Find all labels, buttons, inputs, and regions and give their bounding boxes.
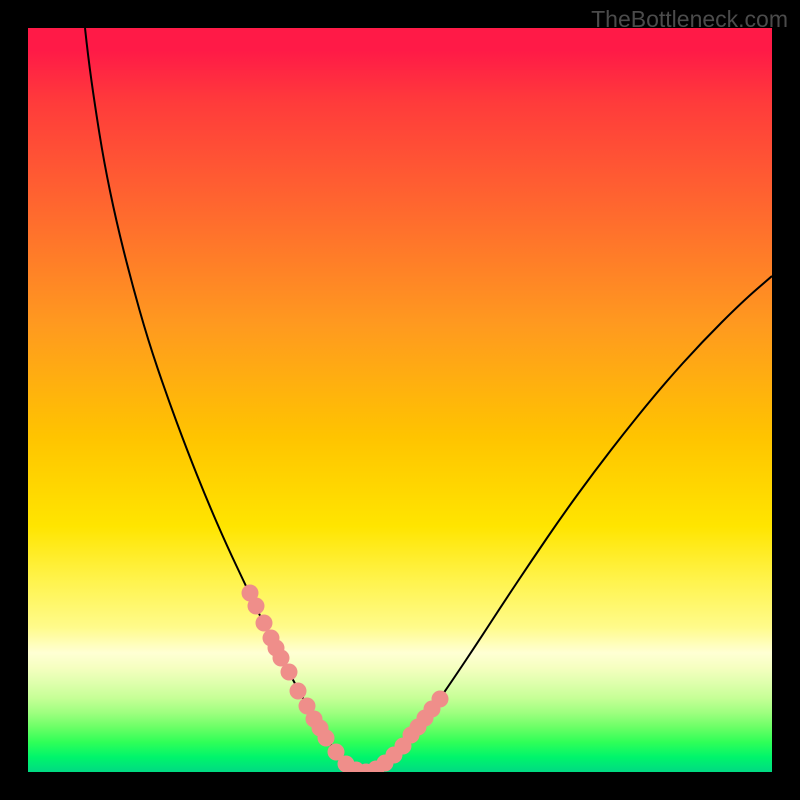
chart-frame: TheBottleneck.com xyxy=(0,0,800,800)
data-point-marker xyxy=(281,664,298,681)
data-point-marker xyxy=(248,598,265,615)
curve-layer-svg xyxy=(28,28,772,772)
data-point-marker xyxy=(432,691,449,708)
data-point-marker xyxy=(290,683,307,700)
data-point-markers xyxy=(242,585,449,773)
bottleneck-curve xyxy=(85,28,772,771)
watermark-text: TheBottleneck.com xyxy=(591,6,788,33)
data-point-marker xyxy=(318,730,335,747)
data-point-marker xyxy=(256,615,273,632)
gradient-plot-area xyxy=(28,28,772,772)
